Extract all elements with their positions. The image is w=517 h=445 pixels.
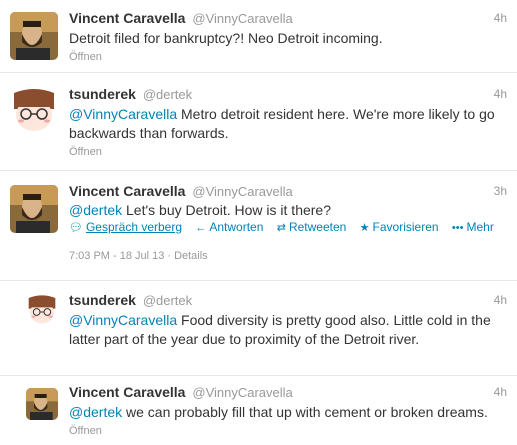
anime-girl-avatar-icon bbox=[26, 294, 58, 326]
tweet-time[interactable]: 4h bbox=[494, 85, 507, 103]
tweet-header: tsunderek @dertek bbox=[69, 85, 192, 104]
avatar[interactable] bbox=[26, 294, 58, 326]
tweet-text: @dertek we can probably fill that up wit… bbox=[69, 403, 509, 422]
tweet-meta: 7:03 PM - 18 Jul 13 · Details bbox=[69, 250, 208, 262]
tweet-text: @VinnyCaravella Metro detroit resident h… bbox=[69, 105, 509, 143]
star-icon: ★ bbox=[359, 222, 370, 234]
open-link[interactable]: Öffnen bbox=[69, 50, 102, 64]
open-link[interactable]: Öffnen bbox=[69, 145, 102, 159]
tweet-actions: 💬︎ Gespräch verberg ← Antworten ⇄ Retweeten… bbox=[69, 220, 494, 235]
tweet-body: Detroit filed for bankruptcy?! Neo Detro… bbox=[69, 30, 383, 46]
favorite-button[interactable]: ★ Favorisieren bbox=[360, 220, 439, 235]
tweet-header: Vincent Caravella @VinnyCaravella bbox=[69, 9, 293, 28]
open-link[interactable]: Öffnen bbox=[69, 424, 102, 438]
avatar[interactable] bbox=[26, 388, 58, 420]
mention-link[interactable]: @dertek bbox=[69, 404, 122, 420]
tweet-text: @VinnyCaravella Food diversity is pretty… bbox=[69, 311, 509, 349]
user-handle[interactable]: @VinnyCaravella bbox=[192, 184, 292, 199]
user-handle[interactable]: @dertek bbox=[143, 293, 192, 308]
user-handle[interactable]: @VinnyCaravella bbox=[192, 385, 292, 400]
tweet-time[interactable]: 4h bbox=[494, 9, 507, 27]
reply-arrow-icon: ← bbox=[195, 222, 207, 234]
avatar[interactable] bbox=[10, 12, 58, 60]
hide-conversation-button[interactable]: 💬︎ Gespräch verberg bbox=[69, 220, 182, 235]
tweet-time[interactable]: 4h bbox=[494, 291, 507, 309]
user-handle[interactable]: @VinnyCaravella bbox=[192, 11, 292, 26]
retweet-button[interactable]: ⇄ Retweeten bbox=[277, 220, 347, 235]
retweet-icon: ⇄ bbox=[276, 222, 286, 234]
hide-conversation-label: Gespräch verberg bbox=[85, 220, 182, 234]
mention-link[interactable]: @VinnyCaravella bbox=[69, 106, 177, 122]
tweet-5[interactable]: Vincent Caravella @VinnyCaravella 4h @de… bbox=[0, 376, 517, 445]
details-link[interactable]: Details bbox=[174, 250, 208, 262]
tweet-timestamp[interactable]: 7:03 PM - 18 Jul 13 bbox=[69, 250, 164, 262]
more-dots-icon: ••• bbox=[451, 222, 464, 234]
tweet-text: @dertek Let's buy Detroit. How is it the… bbox=[69, 201, 509, 220]
tweet-header: tsunderek @dertek bbox=[69, 291, 192, 310]
avatar[interactable] bbox=[10, 185, 58, 233]
favorite-label: Favorisieren bbox=[372, 220, 439, 234]
anime-girl-avatar-icon bbox=[10, 87, 58, 135]
user-name[interactable]: tsunderek bbox=[69, 86, 136, 102]
reply-label: Antworten bbox=[209, 220, 264, 234]
user-name[interactable]: Vincent Caravella bbox=[69, 10, 185, 26]
reply-button[interactable]: ← Antworten bbox=[195, 220, 263, 235]
speech-bubble-icon: 💬︎ bbox=[69, 222, 83, 234]
meta-separator: · bbox=[167, 250, 172, 262]
mention-link[interactable]: @VinnyCaravella bbox=[69, 312, 177, 328]
user-name[interactable]: Vincent Caravella bbox=[69, 183, 185, 199]
tweet-time[interactable]: 3h bbox=[494, 182, 507, 200]
avatar[interactable] bbox=[10, 87, 58, 135]
tweet-2[interactable]: tsunderek @dertek 4h @VinnyCaravella Met… bbox=[0, 73, 517, 171]
tweet-header: Vincent Caravella @VinnyCaravella bbox=[69, 182, 293, 201]
tweet-body: Let's buy Detroit. How is it there? bbox=[122, 202, 331, 218]
bearded-man-avatar-icon bbox=[10, 12, 58, 60]
tweet-3[interactable]: Vincent Caravella @VinnyCaravella 3h @de… bbox=[0, 171, 517, 281]
bearded-man-avatar-icon bbox=[26, 388, 58, 420]
retweet-label: Retweeten bbox=[288, 220, 347, 234]
bearded-man-avatar-icon bbox=[10, 185, 58, 233]
user-handle[interactable]: @dertek bbox=[143, 87, 192, 102]
user-name[interactable]: Vincent Caravella bbox=[69, 384, 185, 400]
tweet-body: we can probably fill that up with cement… bbox=[122, 404, 488, 420]
more-button[interactable]: ••• Mehr bbox=[452, 220, 494, 235]
user-name[interactable]: tsunderek bbox=[69, 292, 136, 308]
tweet-time[interactable]: 4h bbox=[494, 383, 507, 401]
tweet-text: Detroit filed for bankruptcy?! Neo Detro… bbox=[69, 29, 509, 48]
tweet-4[interactable]: tsunderek @dertek 4h @VinnyCaravella Foo… bbox=[0, 281, 517, 376]
mention-link[interactable]: @dertek bbox=[69, 202, 122, 218]
more-label: Mehr bbox=[466, 220, 494, 234]
tweet-header: Vincent Caravella @VinnyCaravella bbox=[69, 383, 293, 402]
tweet-1[interactable]: Vincent Caravella @VinnyCaravella 4h Det… bbox=[0, 0, 517, 73]
